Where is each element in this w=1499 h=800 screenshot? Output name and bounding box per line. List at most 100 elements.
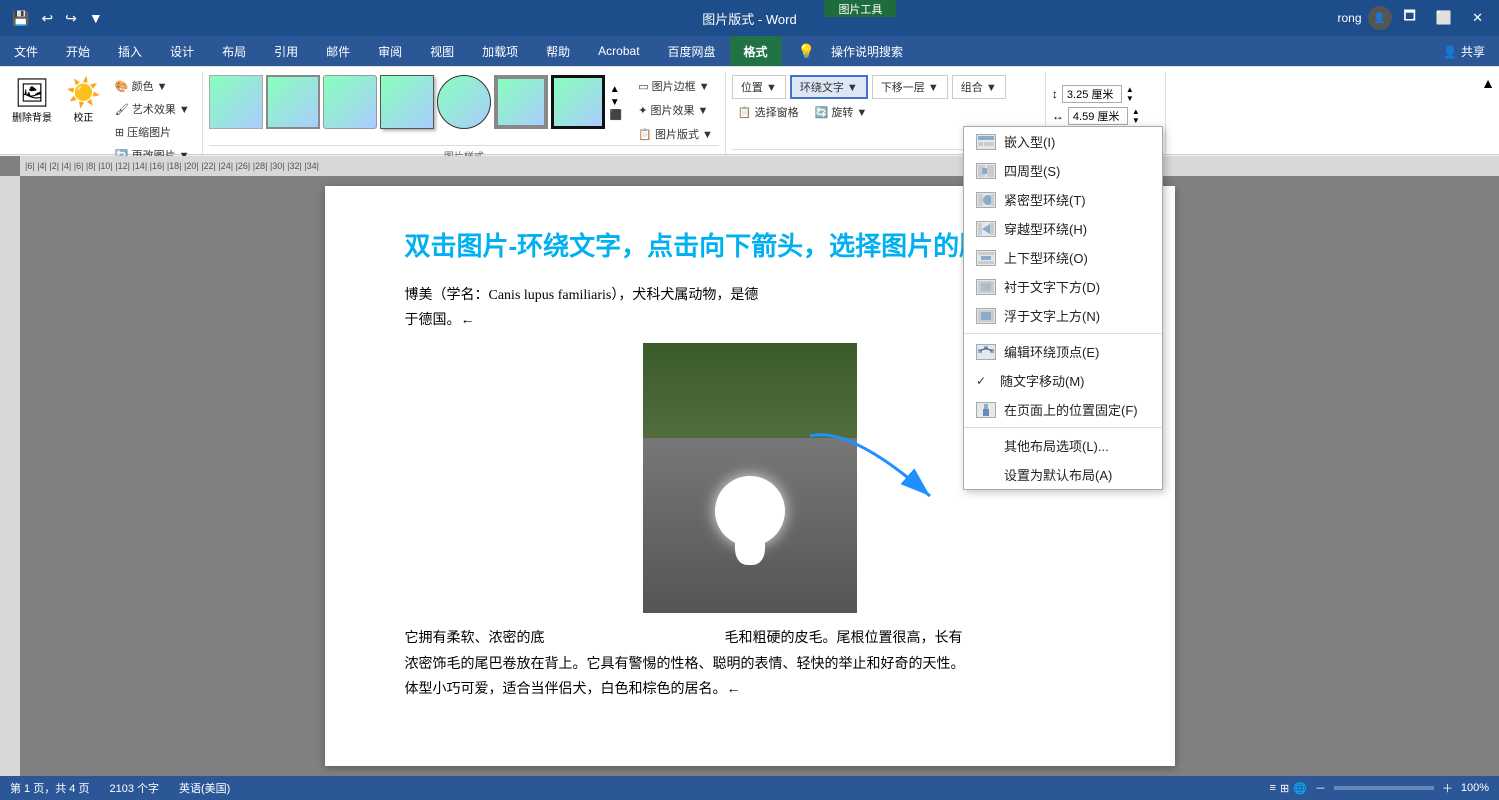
redo-btn[interactable]: ↪ <box>61 8 81 29</box>
style-more[interactable]: ⬛ <box>610 110 622 121</box>
style-7[interactable] <box>551 75 605 129</box>
style-scroll-up[interactable]: ▲ <box>610 84 622 95</box>
height-down[interactable]: ▼ <box>1126 94 1134 103</box>
border-icon: ▭ <box>638 80 648 93</box>
wrap-text-menu: 嵌入型(I) 四周型(S) 紧密型环绕(T) 穿越型环绕(H) 上下型环绕(O)… <box>963 126 1163 490</box>
collapse-btn[interactable]: ▲ <box>1481 75 1495 91</box>
topbottom-label: 上下型环绕(O) <box>1004 248 1088 267</box>
menu-tight[interactable]: 紧密型环绕(T) <box>964 185 1162 214</box>
tab-baiduyun[interactable]: 百度网盘 <box>654 36 730 66</box>
effects-icon: ✦ <box>638 104 647 117</box>
remove-bg-btn[interactable]: 🖼 删除背景 <box>6 75 58 128</box>
tab-format[interactable]: 格式 <box>730 36 782 66</box>
menu-behind[interactable]: 衬于文字下方(D) <box>964 272 1162 301</box>
layout-icon: 📋 <box>638 128 652 141</box>
compress-icon: ⊞ <box>115 126 124 139</box>
picture-layout-btn[interactable]: 📋 图片版式 ▼ <box>632 123 719 145</box>
style-1[interactable] <box>209 75 263 129</box>
document-title: 图片版式 - Word <box>702 9 796 28</box>
minimize-btn[interactable]: 🗖 <box>1396 4 1424 32</box>
close-btn[interactable]: ✕ <box>1464 4 1491 32</box>
title-bar: 💾 ↩ ↪ ▼ 图片版式 - Word 图片工具 rong 👤 🗖 ⬜ ✕ <box>0 0 1499 36</box>
tab-view[interactable]: 视图 <box>416 36 468 66</box>
tab-acrobat[interactable]: Acrobat <box>584 36 653 66</box>
status-bar: 第 1 页，共 4 页 2103 个字 英语(美国) ≡ ⊞ 🌐 － ＋ 100… <box>0 776 1499 800</box>
color-btn[interactable]: 🎨 颜色 ▼ <box>109 75 196 97</box>
tab-review[interactable]: 审阅 <box>364 36 416 66</box>
status-right: ≡ ⊞ 🌐 － ＋ 100% <box>1270 780 1489 796</box>
style-3[interactable] <box>323 75 377 129</box>
zoom-percent: 100% <box>1461 782 1489 794</box>
language: 英语(美国) <box>179 780 230 796</box>
tab-addins[interactable]: 加载项 <box>468 36 532 66</box>
view-layout-btn[interactable]: ⊞ <box>1280 782 1289 795</box>
height-input[interactable] <box>1062 85 1122 103</box>
tab-insert[interactable]: 插入 <box>104 36 156 66</box>
search-box[interactable]: 操作说明搜索 <box>823 36 911 66</box>
menu-fixpage[interactable]: 在页面上的位置固定(F) <box>964 395 1162 424</box>
user-area: rong 👤 <box>1338 6 1392 30</box>
compress-btn[interactable]: ⊞ 压缩图片 <box>109 121 196 143</box>
style-scroll-down[interactable]: ▼ <box>610 97 622 108</box>
zoom-slider[interactable] <box>1334 786 1434 790</box>
position-btn[interactable]: 位置 ▼ <box>732 75 786 99</box>
zoom-plus[interactable]: ＋ <box>1442 780 1453 796</box>
tab-layout[interactable]: 布局 <box>208 36 260 66</box>
style-5[interactable] <box>437 75 491 129</box>
corrections-btn[interactable]: ☀️ 校正 <box>60 75 107 128</box>
menu-square[interactable]: 四周型(S) <box>964 156 1162 185</box>
undo-btn[interactable]: ↩ <box>37 8 57 29</box>
ribbon: 文件 开始 插入 设计 布局 引用 邮件 审阅 视图 加载项 帮助 Acroba… <box>0 36 1499 155</box>
tab-references[interactable]: 引用 <box>260 36 312 66</box>
picture-border-btn[interactable]: ▭ 图片边框 ▼ <box>632 75 719 97</box>
height-up[interactable]: ▲ <box>1126 85 1134 94</box>
tab-file[interactable]: 文件 <box>0 36 52 66</box>
tab-design[interactable]: 设计 <box>156 36 208 66</box>
menu-other[interactable]: 其他布局选项(L)... <box>964 431 1162 460</box>
menu-movetext[interactable]: ✓ 随文字移动(M) <box>964 366 1162 395</box>
picture-effects-btn[interactable]: ✦ 图片效果 ▼ <box>632 99 719 121</box>
artistic-effects-btn[interactable]: 🖌 艺术效果 ▼ <box>109 98 196 120</box>
restore-btn[interactable]: ⬜ <box>1428 4 1460 32</box>
tab-help[interactable]: 帮助 <box>532 36 584 66</box>
height-row: ↕ ▲ ▼ <box>1052 85 1134 103</box>
ribbon-tabs: 文件 开始 插入 设计 布局 引用 邮件 审阅 视图 加载项 帮助 Acroba… <box>0 36 1499 66</box>
ruler-mark: |6| |4| |2| |4| |6| |8| |10| |12| |14| |… <box>25 161 319 171</box>
width-row: ↔ ▲ ▼ <box>1052 107 1140 125</box>
customize-btn[interactable]: ▼ <box>85 8 107 28</box>
tab-mailings[interactable]: 邮件 <box>312 36 364 66</box>
tight-label: 紧密型环绕(T) <box>1004 190 1086 209</box>
style-6[interactable] <box>494 75 548 129</box>
view-normal-btn[interactable]: ≡ <box>1270 782 1276 794</box>
topbottom-icon <box>976 250 996 266</box>
share-btn[interactable]: 👤 共享 <box>1429 36 1499 66</box>
save-btn[interactable]: 💾 <box>8 8 33 29</box>
move-backward-btn[interactable]: 下移一层 ▼ <box>872 75 948 99</box>
wrap-text-btn[interactable]: 环绕文字 ▼ <box>790 75 868 99</box>
menu-editpoints[interactable]: 编辑环绕顶点(E) <box>964 337 1162 366</box>
width-input[interactable] <box>1068 107 1128 125</box>
menu-setdefault[interactable]: 设置为默认布局(A) <box>964 460 1162 489</box>
width-down[interactable]: ▼ <box>1132 116 1140 125</box>
arrange-row1: 位置 ▼ 环绕文字 ▼ 下移一层 ▼ 组合 ▼ <box>732 75 1006 99</box>
menu-topbottom[interactable]: 上下型环绕(O) <box>964 243 1162 272</box>
color-icon: 🎨 <box>115 80 129 93</box>
menu-through[interactable]: 穿越型环绕(H) <box>964 214 1162 243</box>
select-pane-btn[interactable]: 📋 选择窗格 <box>732 101 805 123</box>
word-count: 2103 个字 <box>109 780 159 796</box>
search-icon[interactable]: 💡 <box>790 36 823 66</box>
menu-inline[interactable]: 嵌入型(I) <box>964 127 1162 156</box>
rotate-btn[interactable]: 🔄 旋转 ▼ <box>809 101 874 123</box>
through-icon <box>976 221 996 237</box>
group-btn[interactable]: 组合 ▼ <box>952 75 1006 99</box>
menu-sep-2 <box>964 427 1162 428</box>
styles-top: ▲ ▼ ⬛ ▭ 图片边框 ▼ ✦ 图片效果 ▼ 📋 图片版式 ▼ <box>209 73 719 145</box>
style-4[interactable] <box>380 75 434 129</box>
dog-image[interactable] <box>643 343 857 613</box>
view-web-btn[interactable]: 🌐 <box>1293 782 1307 795</box>
style-2[interactable] <box>266 75 320 129</box>
menu-infront[interactable]: 浮于文字上方(N) <box>964 301 1162 330</box>
tab-home[interactable]: 开始 <box>52 36 104 66</box>
width-up[interactable]: ▲ <box>1132 107 1140 116</box>
body-paragraph-3: 它拥有柔软、浓密的底毛和粗硬的皮毛。尾根位置很高，长有 <box>405 626 1095 651</box>
